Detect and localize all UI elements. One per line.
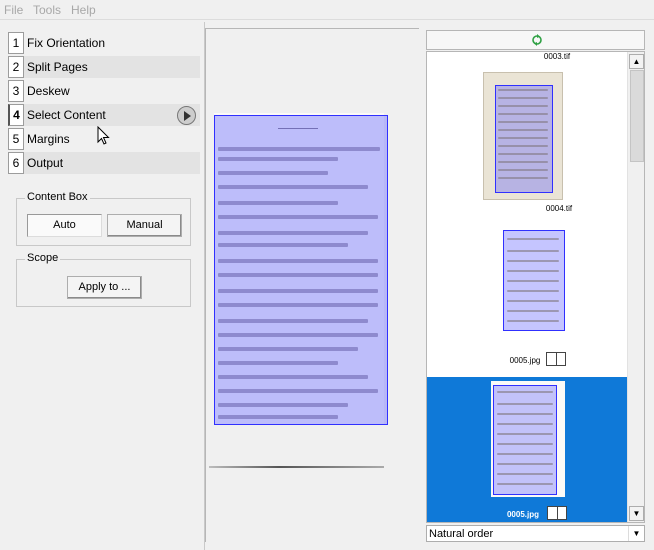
stage-number: 6 (8, 152, 24, 174)
stage-number: 3 (8, 80, 24, 102)
thumbnail-scrollbar[interactable]: ▲ ▼ (627, 52, 644, 522)
thumbnail-name: 0005.jpg (509, 356, 541, 365)
stage-number: 2 (8, 56, 24, 78)
stage-label: Split Pages (27, 60, 88, 74)
scroll-down-icon[interactable]: ▼ (629, 506, 644, 521)
page-edge-line (209, 466, 384, 468)
stage-number: 1 (8, 32, 24, 54)
two-page-icon (547, 506, 567, 520)
content-box-title: Content Box (25, 191, 90, 203)
content-selection-box[interactable] (214, 115, 388, 425)
stage-number: 5 (8, 128, 24, 150)
stage-deskew[interactable]: 3 Deskew (8, 80, 200, 102)
chevron-down-icon[interactable]: ▼ (628, 526, 644, 541)
image-view[interactable] (205, 28, 419, 542)
scrollbar-thumb[interactable] (630, 70, 644, 162)
stage-label: Output (27, 156, 64, 170)
thumbnail-selected[interactable]: 0005.jpg (427, 377, 627, 522)
scope-group: Scope Apply to ... (16, 252, 191, 307)
thumbnail-name: 0004.tif (545, 204, 573, 213)
auto-button[interactable]: Auto (27, 214, 102, 237)
menu-bar: File Tools Help (0, 0, 654, 20)
scope-title: Scope (25, 252, 61, 264)
stage-label: Select Content (27, 108, 106, 122)
thumbnail-0004[interactable] (483, 72, 563, 200)
thumbnail-list[interactable]: 0003.tif 0004.tif 0005.jpg 0005.jpg ▲ ▼ (426, 51, 645, 523)
stage-split-pages[interactable]: 2 Split Pages (8, 56, 200, 78)
menu-help[interactable]: Help (71, 3, 96, 17)
stage-select-content[interactable]: 4 Select Content (8, 104, 200, 126)
refresh-icon[interactable] (531, 34, 543, 46)
menu-tools[interactable]: Tools (33, 3, 61, 17)
stage-number: 4 (8, 104, 24, 126)
play-icon[interactable] (177, 106, 196, 125)
thumbnail-name: 0005.jpg (506, 510, 539, 519)
scroll-up-icon[interactable]: ▲ (629, 54, 644, 69)
menu-file[interactable]: File (4, 3, 23, 17)
stage-label: Deskew (27, 84, 70, 98)
manual-button[interactable]: Manual (107, 214, 182, 237)
apply-to-button[interactable]: Apply to ... (67, 276, 142, 299)
sort-order-value: Natural order (429, 528, 494, 540)
mouse-cursor-icon (97, 126, 110, 145)
two-page-icon (546, 352, 566, 366)
stage-label: Margins (27, 132, 70, 146)
sort-order-select[interactable]: Natural order ▼ (426, 525, 645, 542)
left-panel: 1 Fix Orientation 2 Split Pages 3 Deskew… (0, 22, 204, 550)
stage-output[interactable]: 6 Output (8, 152, 200, 174)
content-box-group: Content Box Auto Manual (16, 191, 191, 246)
stage-label: Fix Orientation (27, 36, 106, 50)
thumbnail-name: 0003.tif (543, 52, 571, 61)
stage-fix-orientation[interactable]: 1 Fix Orientation (8, 32, 200, 54)
thumbnail-0005[interactable] (503, 230, 565, 332)
thumbnail-toolbar (426, 30, 645, 50)
